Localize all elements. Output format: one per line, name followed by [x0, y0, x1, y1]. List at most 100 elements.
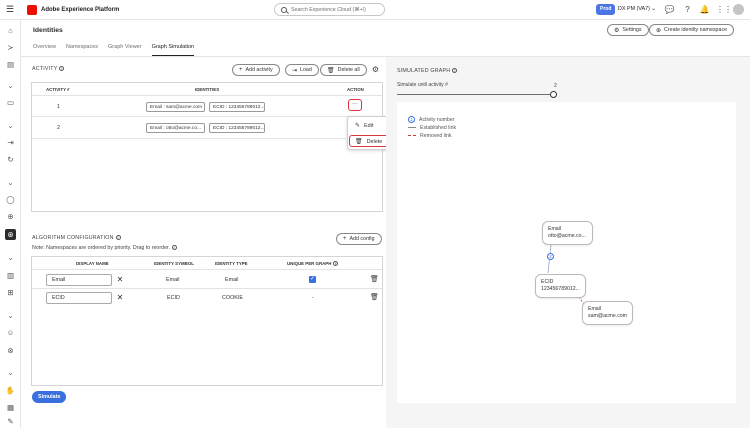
info-icon[interactable]: i	[115, 235, 121, 241]
close-icon[interactable]: ✕	[114, 274, 126, 286]
activity-section-title: ACTIVITY i	[32, 66, 65, 72]
search-icon	[281, 6, 287, 13]
display-name-input[interactable]: Email	[46, 274, 112, 286]
search-input[interactable]: Search Experience Cloud (⌘+/)	[274, 3, 385, 16]
identity-type: Email	[225, 277, 239, 283]
col-display-name: DISPLAY NAME	[76, 261, 109, 266]
header-divider	[32, 95, 382, 96]
apps-grid-icon[interactable]: ⋮⋮	[716, 4, 732, 15]
data-icon[interactable]: ⊞	[5, 287, 16, 298]
info-icon[interactable]: i	[333, 261, 339, 267]
graph-edges	[547, 244, 587, 308]
audiences-icon[interactable]: ⊗	[5, 345, 16, 356]
add-config-label: Add config	[349, 236, 375, 242]
col-action: ACTION	[347, 87, 364, 92]
info-icon[interactable]: i	[59, 66, 65, 72]
info-icon[interactable]: i	[171, 245, 177, 251]
settings-label: Settings	[622, 27, 642, 33]
delete-all-button[interactable]: 🗑 Delete all	[320, 64, 367, 76]
row-divider	[32, 138, 346, 139]
monitor-icon[interactable]: ▭	[5, 97, 16, 108]
pencil-icon: ✎	[355, 123, 361, 129]
legend-established-text: Established link	[420, 125, 457, 131]
simulate-button[interactable]: Simulate	[32, 391, 67, 403]
activity-marker: 1	[408, 116, 415, 123]
graph-node-email-otto[interactable]: Email otto@acme.co...	[542, 221, 593, 245]
hamburger-menu-icon[interactable]: ☰	[0, 4, 20, 15]
display-name-input[interactable]: ECID	[46, 292, 112, 304]
edge-activity-label: 2	[547, 253, 554, 260]
settings-button[interactable]: ⚙ Settings	[607, 24, 649, 36]
home-icon[interactable]: ⌂	[5, 25, 16, 36]
info-icon[interactable]: i	[452, 68, 458, 74]
slider-handle[interactable]	[550, 91, 557, 98]
graph-node-ecid[interactable]: ECID 123456789012...	[535, 274, 586, 298]
notifications-icon[interactable]: 🔔	[699, 4, 710, 15]
chevron-down-icon[interactable]: ⌄	[5, 252, 16, 263]
delete-label: Delete	[366, 139, 383, 145]
top-bar: ☰ Adobe Experience Platform Search Exper…	[0, 0, 750, 20]
unique-checkbox[interactable]: ✓	[309, 276, 316, 283]
chevron-down-icon[interactable]: ⌄	[651, 5, 656, 12]
graph-node-email-sam[interactable]: Email sam@acme.com	[582, 301, 633, 325]
chevron-down-icon[interactable]: ⌄	[5, 120, 16, 131]
algorithm-title-text: ALGORITHM CONFIGURATION	[32, 235, 114, 241]
login-icon[interactable]: ⇥	[5, 137, 16, 148]
col-identities: IDENTITIES	[195, 87, 220, 92]
search-placeholder: Search Experience Cloud (⌘+/)	[291, 6, 366, 13]
trash-icon[interactable]: 🗑	[370, 294, 379, 302]
dashboards-icon[interactable]: ▥	[5, 270, 16, 281]
node-value: 123456789012...	[541, 286, 580, 292]
edge-activity-number: 2	[547, 253, 554, 260]
chevron-down-icon[interactable]: ⌄	[5, 367, 16, 378]
edit-icon[interactable]: ✎	[5, 416, 16, 427]
close-icon[interactable]: ✕	[114, 292, 126, 304]
segments-icon[interactable]: ⊕	[5, 211, 16, 222]
trash-icon[interactable]: 🗑	[370, 276, 379, 284]
unique-value: -	[312, 295, 314, 301]
catalog-icon[interactable]: ▤	[5, 59, 16, 70]
help-icon[interactable]: ?	[682, 4, 693, 15]
org-badge[interactable]: Prod	[596, 4, 616, 15]
legend-activity-number: 1 Activity number	[408, 116, 454, 123]
gear-icon[interactable]: ⚙	[370, 64, 381, 75]
load-button[interactable]: ⇥ Load	[285, 64, 319, 76]
node-value: sam@acme.com	[588, 313, 627, 319]
flow-icon[interactable]: ≻	[5, 42, 16, 53]
left-nav: ⌂ ≻ ▤ ⌄ ▭ ⌄ ⇥ ↻ ⌄ ◯ ⊕ ⊛ ⌄ ▥ ⊞ ⌄ ☺ ⊗ ⌄ ✋ …	[0, 20, 21, 428]
tab-overview[interactable]: Overview	[33, 44, 56, 56]
identity-symbol: Email	[166, 277, 180, 283]
history-icon[interactable]: ↻	[5, 154, 16, 165]
users-icon[interactable]: ☺	[5, 327, 16, 338]
priority-note: Note: Namespaces are ordered by priority…	[32, 245, 177, 251]
legend-removed: Removed link	[408, 133, 451, 139]
add-config-button[interactable]: + Add config	[336, 233, 382, 245]
profile-icon[interactable]: ◯	[5, 194, 16, 205]
graph-canvas	[397, 102, 736, 403]
chevron-down-icon[interactable]: ⌄	[5, 177, 16, 188]
more-actions-button[interactable]: ···	[348, 99, 362, 111]
avatar[interactable]	[733, 4, 744, 15]
chat-icon[interactable]: 💬	[664, 4, 675, 15]
org-switcher[interactable]: DX PM (VA7)	[618, 6, 650, 12]
identity-type: COOKIE	[222, 295, 243, 301]
activity-table	[31, 82, 383, 212]
identity-chip: Email : sam@acme.com	[146, 102, 205, 112]
chevron-down-icon[interactable]: ⌄	[5, 310, 16, 321]
delete-all-label: Delete all	[337, 67, 360, 73]
create-identity-namespace-button[interactable]: ⊕ Create identity namespace	[649, 24, 735, 36]
add-activity-button[interactable]: + Add activity	[232, 64, 280, 76]
tab-graph-viewer[interactable]: Graph Viewer	[108, 44, 142, 56]
tab-bar: Overview Namespaces Graph Viewer Graph S…	[33, 44, 204, 56]
identity-chip: ECID : 123456789012...	[209, 123, 265, 133]
activity-slider[interactable]	[397, 94, 552, 95]
privacy-icon[interactable]: ✋	[5, 385, 16, 396]
identities-icon[interactable]: ⊛	[5, 229, 16, 240]
schemas-icon[interactable]: ▦	[5, 402, 16, 413]
unique-per-graph-label: UNIQUE PER GRAPH	[287, 261, 332, 266]
tab-graph-simulation[interactable]: Graph Simulation	[151, 44, 195, 56]
chevron-down-icon[interactable]: ⌄	[5, 80, 16, 91]
trash-icon: 🗑	[355, 139, 363, 145]
tab-namespaces[interactable]: Namespaces	[66, 44, 98, 56]
activity-number: 1	[57, 104, 60, 110]
